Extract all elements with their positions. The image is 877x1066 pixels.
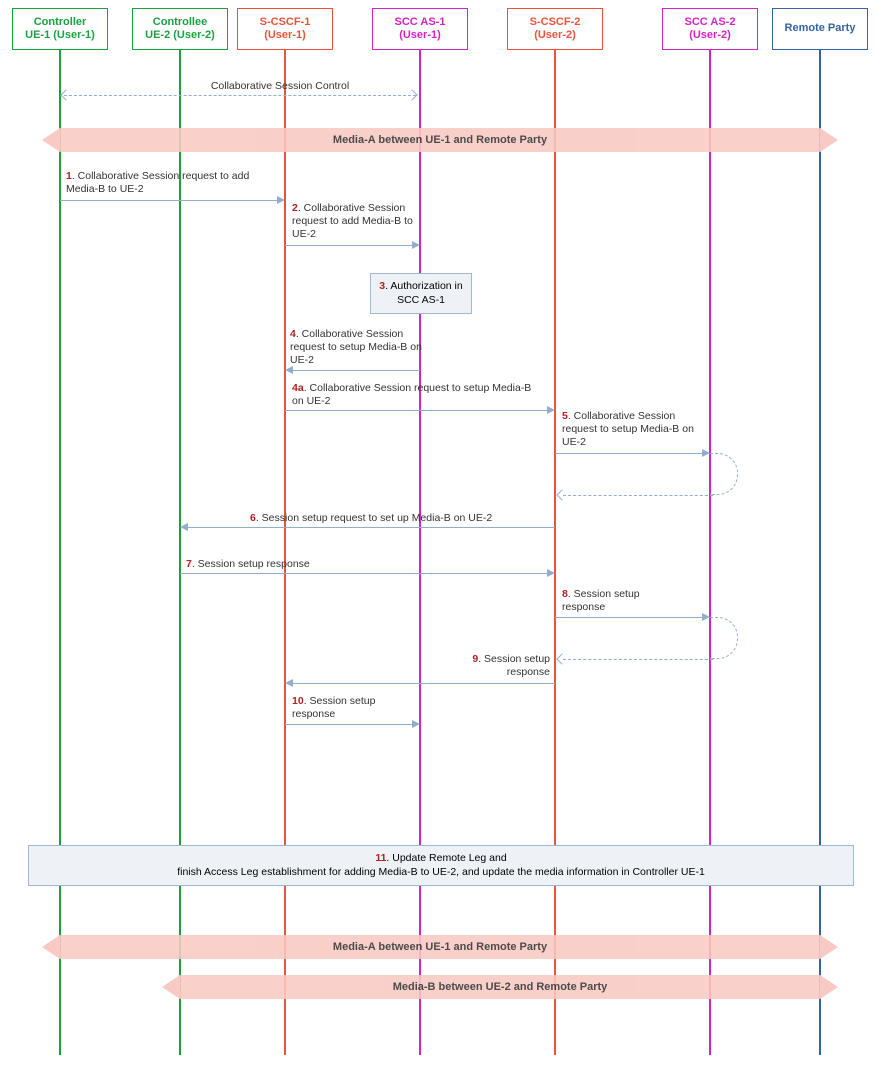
arrow-top-control (64, 95, 416, 96)
step-text: . Session setup response (292, 695, 375, 720)
loop-curve-1 (710, 453, 738, 495)
step-number: 4a (292, 382, 304, 394)
lane-sublabel: (User-2) (689, 29, 731, 41)
arrowhead-right-icon (702, 613, 710, 621)
lane-sublabel: (User-2) (534, 29, 576, 41)
step-text: . Collaborative Session request to setup… (292, 382, 531, 407)
lane-label: Remote Party (785, 22, 856, 34)
lane-sublabel: (User-1) (399, 29, 441, 41)
media-arrow-right-icon (820, 935, 838, 959)
lane-header-scscf2: S-CSCF-2(User-2) (507, 8, 603, 50)
arrow-step-4 (293, 370, 420, 371)
lane-label: Controllee (153, 16, 207, 28)
media-band-b: Media-B between UE-2 and Remote Party (180, 975, 820, 999)
arrowhead-right-icon (702, 449, 710, 457)
lane-label: SCC AS-2 (685, 16, 736, 28)
lane-sublabel: UE-2 (User-2) (145, 29, 215, 41)
media-band-a-bottom: Media-A between UE-1 and Remote Party (60, 935, 820, 959)
arrowhead-left-icon (556, 653, 567, 664)
step-text: . Session setup response (478, 653, 550, 678)
media-arrow-left-icon (42, 128, 60, 152)
arrow-step-2 (285, 245, 412, 246)
arrow-loop-1-return (563, 495, 713, 496)
lane-header-scscf1: S-CSCF-1(User-1) (237, 8, 333, 50)
step-text-line2: finish Access Leg establishment for addi… (177, 866, 705, 878)
label-step-4a: 4a. Collaborative Session request to set… (292, 382, 542, 408)
label-step-5: 5. Collaborative Session request to setu… (562, 410, 712, 449)
step-text: . Collaborative Session request to setup… (290, 328, 422, 366)
step-text: . Collaborative Session request to add M… (66, 170, 249, 195)
lifeline-sccas2 (709, 50, 711, 1055)
media-arrow-right-icon (820, 975, 838, 999)
lane-header-remote: Remote Party (772, 8, 868, 50)
lane-header-ue2: ControlleeUE-2 (User-2) (132, 8, 228, 50)
step-number: 11 (375, 852, 386, 864)
arrowhead-left-icon (180, 523, 188, 531)
arrowhead-left-icon (285, 366, 293, 374)
note-step-3: 3. Authorization in SCC AS-1 (370, 273, 472, 314)
media-arrow-left-icon (162, 975, 180, 999)
step-text: . Session setup response (562, 588, 640, 613)
lane-label: Controller (34, 16, 87, 28)
lane-header-ue1: ControllerUE-1 (User-1) (12, 8, 108, 50)
arrowhead-left-icon (60, 89, 71, 100)
step-number: 10 (292, 695, 304, 707)
step-text: . Session setup request to set up Media-… (256, 512, 492, 524)
label-step-2: 2. Collaborative Session request to add … (292, 202, 432, 241)
arrowhead-left-icon (556, 489, 567, 500)
step-text: . Authorization in SCC AS-1 (385, 280, 463, 306)
arrowhead-right-icon (412, 720, 420, 728)
step-text: . Session setup response (192, 558, 310, 570)
arrow-step-10 (285, 724, 412, 725)
label-step-1: 1. Collaborative Session request to add … (66, 170, 266, 196)
lane-header-sccas2: SCC AS-2(User-2) (662, 8, 758, 50)
arrow-step-1 (60, 200, 277, 201)
lifeline-scscf2 (554, 50, 556, 1055)
step-text-line1: . Update Remote Leg and (386, 852, 506, 864)
label-step-7: 7. Session setup response (186, 558, 386, 571)
lane-label: S-CSCF-2 (530, 16, 581, 28)
label-top-control: Collaborative Session Control (155, 80, 405, 93)
lane-label: S-CSCF-1 (260, 16, 311, 28)
media-band-a-top: Media-A between UE-1 and Remote Party (60, 128, 820, 152)
label-step-6: 6. Session setup request to set up Media… (250, 512, 530, 525)
step-text: . Collaborative Session request to add M… (292, 202, 413, 240)
lane-label: SCC AS-1 (395, 16, 446, 28)
lifeline-remote (819, 50, 821, 1055)
lane-sublabel: (User-1) (264, 29, 306, 41)
arrowhead-right-icon (406, 89, 417, 100)
arrow-step-4a (285, 410, 547, 411)
label-step-10: 10. Session setup response (292, 695, 412, 721)
arrow-step-6 (188, 527, 555, 528)
arrowhead-left-icon (285, 679, 293, 687)
loop-curve-2 (710, 617, 738, 659)
arrowhead-right-icon (277, 196, 285, 204)
label-step-4: 4. Collaborative Session request to setu… (290, 328, 425, 367)
media-arrow-left-icon (42, 935, 60, 959)
step-text: . Collaborative Session request to setup… (562, 410, 694, 448)
media-arrow-right-icon (820, 128, 838, 152)
label-step-9: 9. Session setup response (445, 653, 550, 679)
arrowhead-right-icon (547, 569, 555, 577)
arrow-loop-2-return (563, 659, 713, 660)
arrowhead-right-icon (412, 241, 420, 249)
arrow-step-5 (555, 453, 702, 454)
lane-sublabel: UE-1 (User-1) (25, 29, 95, 41)
lane-header-sccas1: SCC AS-1(User-1) (372, 8, 468, 50)
arrow-step-8 (555, 617, 702, 618)
lifeline-sccas1 (419, 50, 421, 1055)
arrow-step-7 (180, 573, 547, 574)
arrowhead-right-icon (547, 406, 555, 414)
arrow-step-9 (293, 683, 555, 684)
note-step-11: 11. Update Remote Leg and finish Access … (28, 845, 854, 886)
label-step-8: 8. Session setup response (562, 588, 682, 614)
